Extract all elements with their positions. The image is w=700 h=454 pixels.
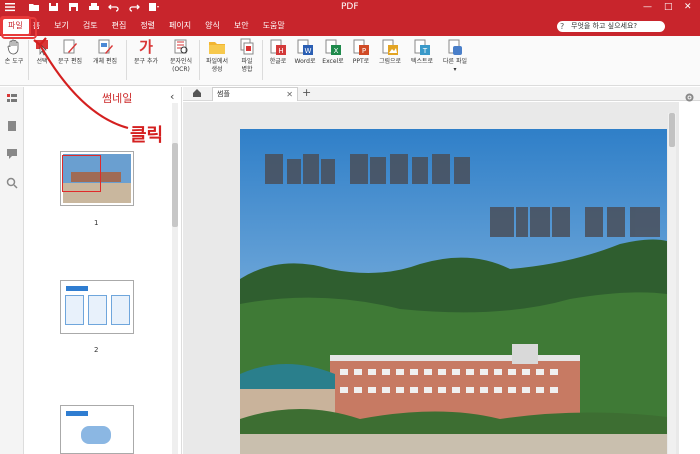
new-tab-icon[interactable]: +: [302, 86, 311, 99]
edit-text-button[interactable]: 문구 편집: [56, 38, 84, 66]
menu-help[interactable]: 도움말: [256, 17, 292, 35]
ribbon-separator: [262, 40, 263, 80]
text-file-icon: T: [414, 39, 430, 55]
folder-icon: [209, 42, 225, 54]
open-folder-icon[interactable]: [28, 2, 40, 12]
app-menu-icon[interactable]: [4, 2, 16, 12]
document-tab-title: 썸플: [217, 90, 230, 98]
excel-icon: X: [325, 39, 341, 55]
document-scrollbar[interactable]: [668, 113, 676, 454]
print-icon[interactable]: [88, 2, 100, 12]
title-bar: PDF 파일 홈 보기 검토 편집 정렬 페이지 양식 보안 도움말 ? 무엇을…: [0, 0, 700, 36]
hand-tool-button[interactable]: 손 도구: [2, 38, 26, 66]
quick-access-toolbar: [20, 0, 160, 14]
menu-page[interactable]: 페이지: [162, 17, 198, 35]
create-from-file-button[interactable]: 파일에서 생성: [202, 38, 232, 74]
undo-icon[interactable]: [108, 2, 120, 12]
ppt-icon: P: [353, 39, 369, 55]
menu-form[interactable]: 양식: [198, 17, 227, 35]
home-icon[interactable]: [192, 88, 202, 98]
minimize-icon[interactable]: —: [643, 2, 652, 12]
save-icon[interactable]: [48, 2, 60, 12]
convert-ppt-button[interactable]: P PPT로: [348, 38, 374, 66]
thumbnail-panel-icon[interactable]: [6, 93, 18, 105]
document-tab[interactable]: 썸플 ✕: [212, 87, 298, 101]
add-text-icon: 가: [139, 38, 153, 56]
other-file-icon: [448, 39, 462, 55]
convert-text-button[interactable]: T 텍스트로: [407, 38, 437, 66]
menu-home[interactable]: 홈: [31, 17, 47, 35]
cursor-icon: [36, 40, 48, 56]
thumbnail-scrollbar-thumb[interactable]: [172, 143, 178, 227]
save-as-icon[interactable]: [68, 2, 80, 12]
collapse-panel-icon[interactable]: ‹: [170, 90, 174, 103]
help-search-placeholder: 무엇을 하고 싶으세요?: [571, 22, 638, 30]
svg-text:P: P: [362, 47, 366, 55]
page-number-2: 2: [94, 346, 99, 354]
menu-bar: 파일 홈 보기 검토 편집 정렬 페이지 양식 보안 도움말: [0, 16, 292, 36]
help-search-box[interactable]: ? 무엇을 하고 싶으세요?: [557, 21, 665, 32]
maximize-icon[interactable]: □: [664, 2, 673, 12]
page-thumbnail-1[interactable]: [60, 151, 134, 206]
thumbnail-panel-title: 썸네일: [102, 92, 133, 105]
ocr-icon: [174, 39, 188, 54]
add-text-button[interactable]: 가 문구 추가: [129, 38, 163, 66]
ribbon-separator: [199, 40, 200, 80]
page-thumbnail-2[interactable]: [60, 280, 134, 334]
word-icon: W: [297, 39, 313, 55]
redo-icon[interactable]: [128, 2, 140, 12]
edit-object-button[interactable]: 개체 편집: [89, 38, 121, 66]
hwp-icon: H: [270, 39, 286, 55]
convert-word-button[interactable]: W Word로: [292, 38, 318, 66]
dropdown-arrow-icon: ▾: [453, 66, 457, 73]
ocr-button[interactable]: 문자인식 (OCR): [165, 38, 197, 74]
svg-text:T: T: [422, 47, 428, 55]
convert-excel-button[interactable]: X Excel로: [319, 38, 347, 66]
select-button[interactable]: 선택: [31, 38, 53, 66]
menu-arrange[interactable]: 정렬: [133, 17, 162, 35]
menu-security[interactable]: 보안: [227, 17, 256, 35]
page-thumbnail-3[interactable]: [60, 405, 134, 454]
app-title: PDF: [341, 2, 359, 12]
customize-icon[interactable]: [148, 2, 160, 12]
comment-icon[interactable]: [6, 148, 18, 160]
edit-text-icon: [63, 39, 77, 54]
thumbnail-scrollbar[interactable]: [172, 103, 178, 454]
help-icon: ?: [560, 22, 565, 31]
ribbon-separator: [28, 40, 29, 80]
document-page: [240, 129, 667, 454]
merge-files-button[interactable]: 파일 병합: [234, 38, 260, 74]
convert-hwp-button[interactable]: H 한글로: [265, 38, 291, 66]
menu-file[interactable]: 파일: [0, 16, 31, 36]
edit-object-icon: [98, 39, 113, 54]
menu-edit[interactable]: 편집: [105, 17, 134, 35]
hand-icon: [7, 39, 19, 55]
settings-gear-icon[interactable]: [684, 92, 695, 103]
search-icon[interactable]: [6, 177, 18, 189]
bookmark-icon[interactable]: [6, 120, 18, 132]
merge-icon: [240, 38, 254, 55]
svg-text:W: W: [305, 47, 312, 55]
menu-review[interactable]: 검토: [76, 17, 105, 35]
svg-text:X: X: [334, 47, 339, 55]
page-photo: [240, 129, 667, 454]
document-scrollbar-thumb[interactable]: [669, 113, 675, 147]
ribbon-separator: [126, 40, 127, 80]
menu-view[interactable]: 보기: [47, 17, 76, 35]
convert-other-button[interactable]: 다른 파일 ▾: [439, 38, 471, 74]
annotation-label: 클릭: [130, 125, 164, 146]
convert-image-button[interactable]: 그림으로: [375, 38, 405, 66]
page-number-1: 1: [94, 219, 99, 227]
left-side-rail: [0, 87, 24, 454]
image-icon: [382, 39, 398, 55]
svg-text:H: H: [278, 47, 283, 55]
close-icon[interactable]: ✕: [684, 2, 692, 12]
ribbon-toolbar: 손 도구 선택 문구 편집 개체 편집 가 문구 추가 문자인식 (OCR) 파…: [0, 36, 700, 86]
close-tab-icon[interactable]: ✕: [286, 88, 293, 101]
